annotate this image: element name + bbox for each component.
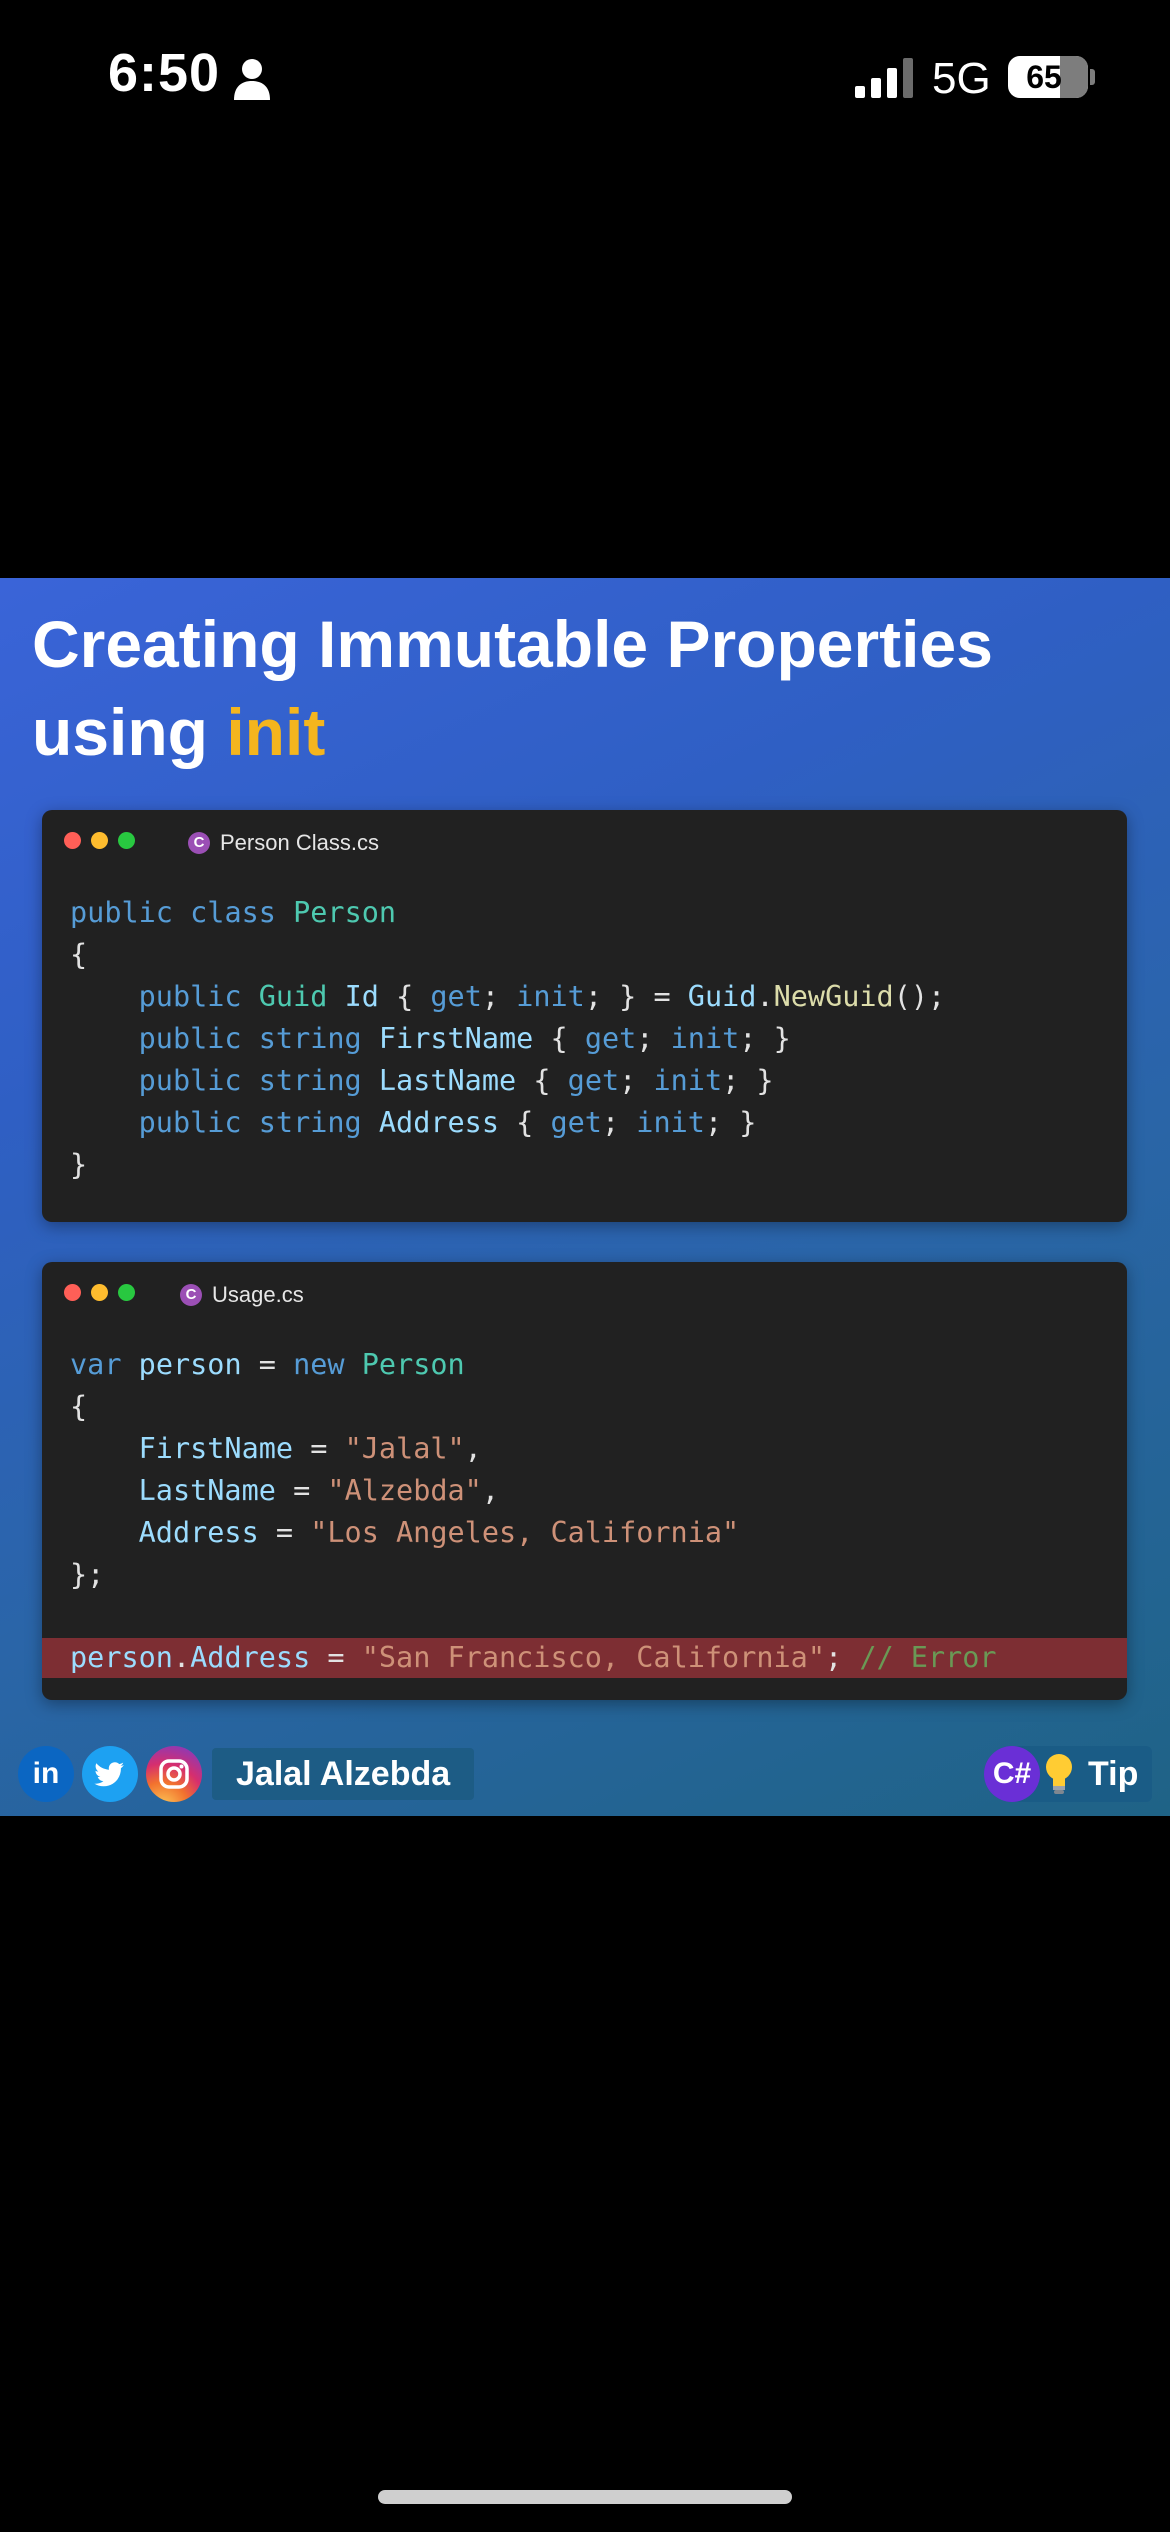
file-tab: Person Class.cs <box>188 830 379 856</box>
code-block: var person = new Person { FirstName = "J… <box>70 1348 740 1591</box>
title-accent: init <box>226 695 326 769</box>
instagram-icon[interactable] <box>146 1746 202 1802</box>
code-window-person-class: Person Class.cs public class Person { pu… <box>42 810 1127 1222</box>
csharp-file-icon <box>180 1284 202 1306</box>
csharp-tip-badge: C# Tip <box>984 1746 1152 1802</box>
title-main: Creating Immutable Properties <box>32 607 993 681</box>
status-time: 6:50 <box>108 43 221 103</box>
person-icon <box>234 59 270 100</box>
title-using: using <box>32 695 227 769</box>
signal-icon <box>855 58 913 98</box>
linkedin-icon[interactable]: in <box>18 1746 74 1802</box>
file-name: Usage.cs <box>212 1282 304 1307</box>
battery-level: 65 <box>1026 59 1062 95</box>
tip-label: Tip <box>1088 1755 1139 1793</box>
minimize-dot <box>91 832 108 849</box>
slide-title: Creating Immutable Properties using init <box>32 600 1132 776</box>
window-controls <box>64 832 135 849</box>
status-bar: 6:50 5G 65 <box>0 0 1170 150</box>
error-line: person.Address = "San Francisco, Califor… <box>42 1638 1127 1678</box>
file-tab: Usage.cs <box>180 1282 304 1308</box>
home-indicator[interactable] <box>378 2490 792 2504</box>
code-window-usage: Usage.cs var person = new Person { First… <box>42 1262 1127 1700</box>
twitter-icon[interactable] <box>82 1746 138 1802</box>
close-dot <box>64 832 81 849</box>
window-controls <box>64 1284 135 1301</box>
lightbulb-icon <box>1046 1754 1072 1794</box>
minimize-dot <box>91 1284 108 1301</box>
maximize-dot <box>118 832 135 849</box>
author-name: Jalal Alzebda <box>212 1748 475 1800</box>
post-image: Creating Immutable Properties using init… <box>0 578 1170 1816</box>
csharp-file-icon <box>188 832 210 854</box>
file-name: Person Class.cs <box>220 830 379 855</box>
csharp-icon: C# <box>984 1746 1040 1802</box>
battery-tip <box>1090 69 1095 85</box>
code-block: public class Person { public Guid Id { g… <box>70 896 946 1181</box>
close-dot <box>64 1284 81 1301</box>
maximize-dot <box>118 1284 135 1301</box>
network-label: 5G <box>932 54 991 103</box>
battery-icon: 65 <box>1008 56 1088 98</box>
